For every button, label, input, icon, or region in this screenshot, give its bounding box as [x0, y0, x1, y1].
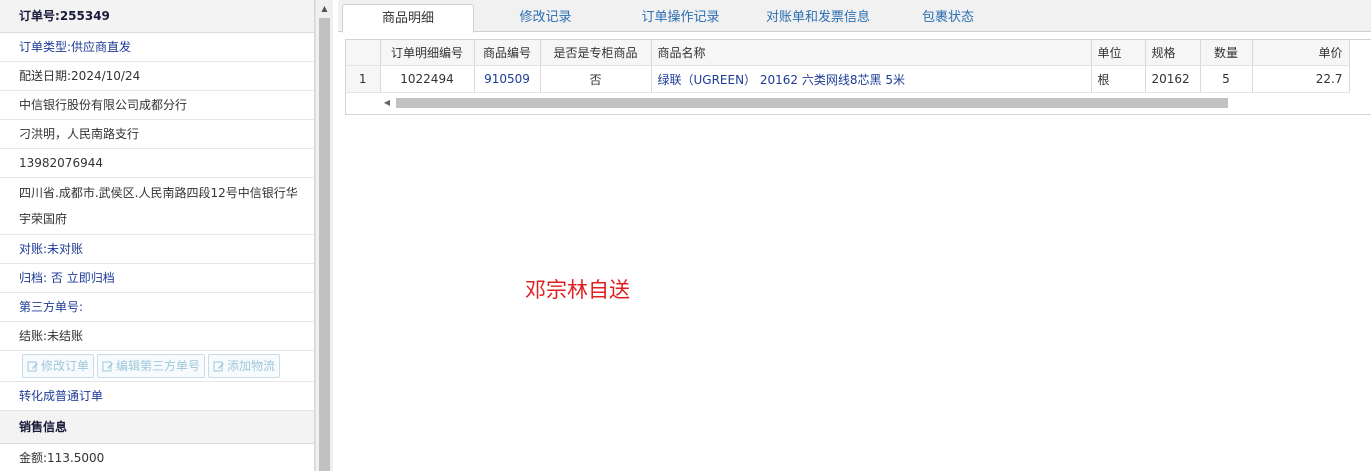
- unit-price-cell: 22.7: [1252, 65, 1350, 93]
- settle-row: 结账:未结账: [0, 322, 314, 351]
- settle-label: 结账:: [19, 329, 48, 343]
- order-number-row: 订单号:255349: [0, 0, 314, 33]
- spec-cell: 20162: [1145, 65, 1201, 93]
- sales-info-header: 销售信息: [0, 411, 314, 444]
- tab-product-details[interactable]: 商品明细: [342, 4, 474, 33]
- tab-order-operation-log[interactable]: 订单操作记录: [623, 4, 738, 31]
- quantity-cell: 5: [1200, 65, 1253, 93]
- edit-third-party-number-label: 编辑第三方单号: [116, 359, 201, 373]
- add-logistics-button[interactable]: 添加物流: [208, 354, 281, 378]
- grid-horizontal-scrollbar[interactable]: ◀: [380, 96, 1371, 110]
- phone-number: 13982076944: [0, 149, 314, 178]
- detail-tabs: 商品明细 修改记录 订单操作记录 对账单和发票信息 包裹状态: [338, 0, 1371, 33]
- left-panel-scrollbar[interactable]: ▲: [315, 0, 333, 471]
- edit-icon: [27, 361, 38, 372]
- archive-value: 否: [50, 271, 63, 285]
- scroll-up-arrow-icon[interactable]: ▲: [316, 0, 333, 17]
- product-id-cell[interactable]: 910509: [474, 65, 541, 93]
- detail-id-cell: 1022494: [380, 65, 475, 93]
- column-header: [346, 40, 381, 66]
- archive-label: 归档:: [19, 271, 48, 285]
- settle-value: 未结账: [47, 329, 84, 343]
- tab-statement-invoice[interactable]: 对账单和发票信息: [758, 4, 878, 31]
- scrollbar-thumb[interactable]: [319, 18, 330, 471]
- column-header: 商品名称: [651, 40, 1092, 66]
- tab-modification-log[interactable]: 修改记录: [488, 4, 603, 31]
- order-info-panel: 订单号:255349 订单类型:供应商直发 配送日期:2024/10/24 中信…: [0, 0, 315, 471]
- scroll-left-arrow-icon[interactable]: ◀: [380, 96, 394, 110]
- column-header: 订单明细编号: [380, 40, 475, 66]
- order-type-label: 订单类型:: [19, 40, 72, 54]
- third-party-number-label: 第三方单号:: [19, 300, 84, 314]
- is-counter-cell: 否: [540, 65, 652, 93]
- table-row[interactable]: 1 1022494 910509 否 绿联（UGREEN） 20162 六类网线…: [346, 65, 1350, 93]
- tab-package-status[interactable]: 包裹状态: [898, 4, 998, 31]
- order-number-label: 订单号:: [19, 9, 60, 23]
- column-header: 是否是专柜商品: [540, 40, 652, 66]
- edit-order-label: 修改订单: [41, 359, 90, 373]
- company-name: 中信银行股份有限公司成都分行: [0, 91, 314, 120]
- column-header: 单位: [1091, 40, 1146, 66]
- add-logistics-label: 添加物流: [227, 359, 276, 373]
- delivery-date-row: 配送日期:2024/10/24: [0, 62, 314, 91]
- edit-icon: [102, 361, 114, 372]
- convert-to-normal-order-link[interactable]: 转化成普通订单: [0, 382, 314, 411]
- edit-order-button[interactable]: 修改订单: [22, 354, 95, 378]
- delivery-note: 邓宗林自送: [525, 278, 630, 302]
- reconcile-value: 未对账: [47, 242, 84, 256]
- amount-label: 金额:: [19, 451, 48, 465]
- delivery-address: 四川省.成都市.武侯区.人民南路四段12号中信银行华宇荣国府: [0, 178, 314, 235]
- archive-now-link[interactable]: 立即归档: [67, 271, 115, 285]
- product-table: 订单明细编号 商品编号 是否是专柜商品 商品名称 单位 规格 数量 单价 1 1…: [346, 40, 1350, 93]
- edit-third-party-number-button[interactable]: 编辑第三方单号: [97, 354, 206, 378]
- table-header-row: 订单明细编号 商品编号 是否是专柜商品 商品名称 单位 规格 数量 单价: [346, 40, 1350, 66]
- column-header: 单价: [1252, 40, 1350, 66]
- column-header: 规格: [1145, 40, 1201, 66]
- archive-row: 归档: 否 立即归档: [0, 264, 314, 293]
- third-party-number-row: 第三方单号:: [0, 293, 314, 322]
- amount-row: 金额:113.5000: [0, 444, 314, 471]
- amount-value: 113.5000: [47, 451, 105, 465]
- order-number: 255349: [59, 9, 110, 23]
- column-header: 商品编号: [474, 40, 541, 66]
- product-grid: 订单明细编号 商品编号 是否是专柜商品 商品名称 单位 规格 数量 单价 1 1…: [345, 39, 1371, 115]
- unit-cell: 根: [1091, 65, 1146, 93]
- delivery-date-label: 配送日期:: [19, 69, 72, 83]
- contact-name: 刁洪明，人民南路支行: [0, 120, 314, 149]
- order-detail-area: 商品明细 修改记录 订单操作记录 对账单和发票信息 包裹状态 订单明细编号 商品…: [338, 0, 1371, 471]
- reconcile-label: 对账:: [19, 242, 48, 256]
- order-type-value: 供应商直发: [71, 40, 132, 54]
- product-name-cell[interactable]: 绿联（UGREEN） 20162 六类网线8芯黑 5米: [651, 65, 1092, 93]
- horizontal-scrollbar-thumb[interactable]: [396, 98, 1228, 108]
- row-number: 1: [346, 65, 381, 93]
- edit-icon: [213, 361, 225, 372]
- order-type-row: 订单类型:供应商直发: [0, 33, 314, 62]
- column-header: 数量: [1200, 40, 1253, 66]
- delivery-date-value: 2024/10/24: [71, 69, 141, 83]
- order-actions: 修改订单 编辑第三方单号 添加物流: [0, 351, 314, 382]
- reconcile-row: 对账:未对账: [0, 235, 314, 264]
